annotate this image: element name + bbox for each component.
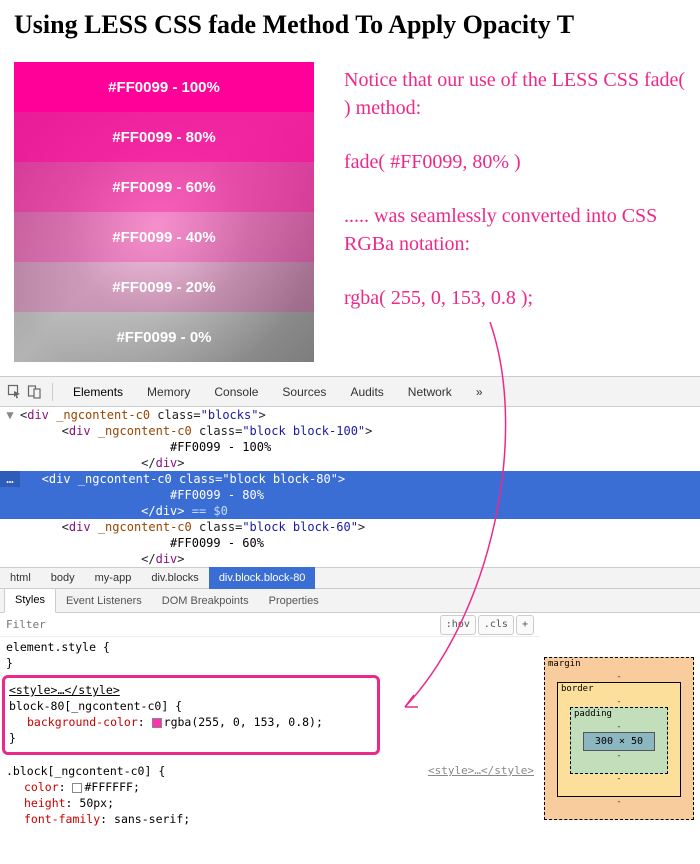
annot-line-4: rgba( 255, 0, 153, 0.8 ); [344, 284, 686, 312]
annot-line-1: Notice that our use of the LESS CSS fade… [344, 66, 686, 122]
crumb-html[interactable]: html [0, 567, 41, 589]
dom-tree[interactable]: ▼<div _ngcontent-c0 class="blocks"> <div… [0, 407, 700, 567]
dom-line[interactable]: </div> [0, 455, 700, 471]
tab-audits[interactable]: Audits [340, 377, 393, 407]
breadcrumb: html body my-app div.blocks div.block.bl… [0, 567, 700, 589]
rule-block[interactable]: <style>…</style> .block[_ngcontent-c0] {… [0, 761, 540, 829]
tab-console[interactable]: Console [204, 377, 268, 407]
rule-element-style[interactable]: element.style { } [0, 637, 540, 673]
upper-section: #FF0099 - 100% #FF0099 - 80% #FF0099 - 6… [0, 48, 700, 370]
tab-network[interactable]: Network [398, 377, 462, 407]
filter-row: :hov .cls + [0, 613, 540, 637]
hov-toggle[interactable]: :hov [440, 615, 476, 635]
subtab-listeners[interactable]: Event Listeners [56, 589, 152, 613]
device-icon[interactable] [26, 384, 42, 400]
crumb-myapp[interactable]: my-app [85, 567, 142, 589]
box-content: 300 × 50 [583, 732, 655, 751]
devtools-panel: Elements Memory Console Sources Audits N… [0, 376, 700, 829]
color-swatch-icon[interactable] [72, 783, 82, 793]
dom-line[interactable]: <div _ngcontent-c0 class="block block-60… [0, 519, 700, 535]
dom-line[interactable]: #FF0099 - 100% [0, 439, 700, 455]
styles-subtabs: Styles Event Listeners DOM Breakpoints P… [0, 589, 700, 613]
block-60: #FF0099 - 60% [14, 162, 314, 212]
dom-line[interactable]: ▼<div _ngcontent-c0 class="blocks"> [0, 407, 700, 423]
rule-source[interactable]: <style>…</style> [9, 683, 120, 697]
devtools-tabs: Elements Memory Console Sources Audits N… [0, 377, 700, 407]
separator [52, 383, 53, 401]
block-40: #FF0099 - 40% [14, 212, 314, 262]
add-rule-button[interactable]: + [516, 615, 534, 635]
annot-line-2: fade( #FF0099, 80% ) [344, 148, 686, 176]
tab-sources[interactable]: Sources [272, 377, 336, 407]
dom-line[interactable]: <div _ngcontent-c0 class="block block-10… [0, 423, 700, 439]
styles-panel: :hov .cls + element.style { } <style>…</… [0, 613, 700, 829]
annotation-text: Notice that our use of the LESS CSS fade… [344, 62, 686, 362]
block-0: #FF0099 - 0% [14, 312, 314, 362]
styles-rules: :hov .cls + element.style { } <style>…</… [0, 613, 540, 829]
rule-source[interactable]: <style>…</style> [428, 763, 534, 779]
annot-line-3: ..... was seamlessly converted into CSS … [344, 202, 686, 258]
tab-memory[interactable]: Memory [137, 377, 200, 407]
inspect-icon[interactable] [6, 384, 22, 400]
tab-elements[interactable]: Elements [63, 377, 133, 407]
box-model: margin - border - padding- 300 × 50 - - … [544, 657, 694, 820]
color-swatch-icon[interactable] [152, 718, 162, 728]
block-80: #FF0099 - 80% [14, 112, 314, 162]
subtab-styles[interactable]: Styles [4, 589, 56, 613]
tab-more[interactable]: » [466, 377, 493, 407]
dom-line-selected[interactable]: … <div _ngcontent-c0 class="block block-… [0, 471, 700, 487]
filter-input[interactable] [6, 618, 440, 631]
rule-block-80[interactable]: <style>…</style> block-80[_ngcontent-c0]… [2, 675, 380, 755]
dom-line-selected[interactable]: #FF0099 - 80% [0, 487, 700, 503]
dom-line-selected[interactable]: </div> == $0 [0, 503, 700, 519]
block-20: #FF0099 - 20% [14, 262, 314, 312]
dom-line[interactable]: </div> [0, 551, 700, 567]
crumb-selected[interactable]: div.block.block-80 [209, 567, 316, 589]
subtab-properties[interactable]: Properties [259, 589, 329, 613]
subtab-breakpoints[interactable]: DOM Breakpoints [152, 589, 259, 613]
dom-line[interactable]: #FF0099 - 60% [0, 535, 700, 551]
cls-toggle[interactable]: .cls [478, 615, 514, 635]
fade-demo-blocks: #FF0099 - 100% #FF0099 - 80% #FF0099 - 6… [14, 62, 314, 362]
crumb-blocks[interactable]: div.blocks [141, 567, 208, 589]
block-100: #FF0099 - 100% [14, 62, 314, 112]
crumb-body[interactable]: body [41, 567, 85, 589]
page-title: Using LESS CSS fade Method To Apply Opac… [0, 0, 700, 48]
